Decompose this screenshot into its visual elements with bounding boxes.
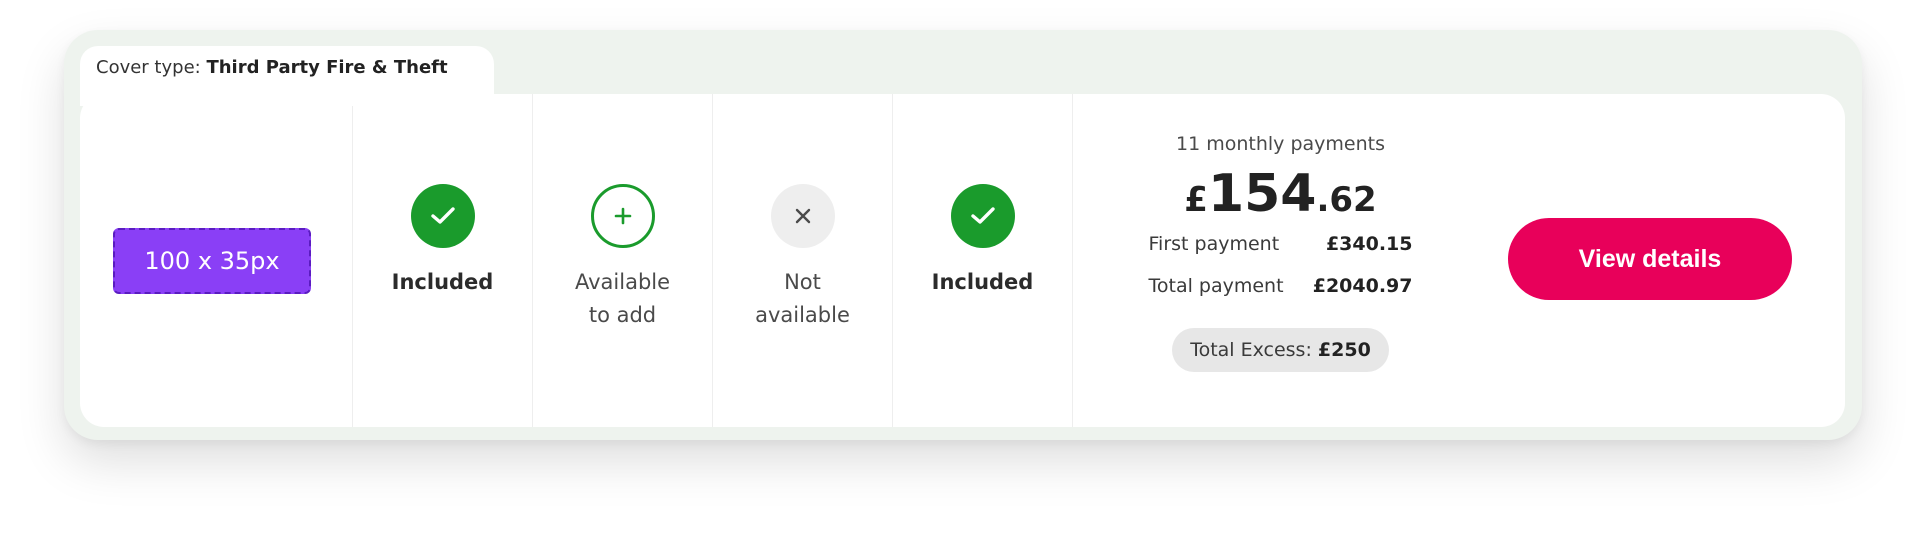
feature-status-label: Available to add (574, 270, 671, 327)
logo-column: 100 x 35px (80, 94, 352, 427)
monthly-payments-caption: 11 monthly payments (1176, 133, 1385, 155)
check-icon (950, 184, 1015, 248)
first-payment-row: First payment £340.15 (1073, 232, 1488, 256)
price-column: 11 monthly payments £154.62 First paymen… (1072, 94, 1488, 427)
total-excess-value: £250 (1317, 339, 1371, 361)
feature-column-1: Included (352, 94, 532, 427)
first-payment-label: First payment (1148, 233, 1280, 255)
feature-status-label: Not available (755, 270, 850, 327)
plus-icon (590, 184, 655, 248)
cover-type-label: Cover type: (96, 57, 201, 78)
total-payment-row: Total payment £2040.97 (1073, 274, 1488, 298)
total-excess-badge: Total Excess: £250 (1172, 328, 1389, 372)
cta-column: View details (1488, 94, 1845, 427)
cover-type-value: Third Party Fire & Theft (206, 57, 448, 78)
feature-column-4: Included (892, 94, 1072, 427)
price-currency: £ (1184, 180, 1208, 220)
feature-status-label: Included (931, 270, 1034, 294)
total-payment-value: £2040.97 (1312, 275, 1413, 297)
feature-column-3: Not available (712, 94, 892, 427)
total-payment-label: Total payment (1148, 275, 1284, 297)
check-icon (410, 184, 475, 248)
quote-card: 100 x 35px Included Available to add Not… (80, 94, 1845, 427)
cover-type-tab: Cover type: Third Party Fire & Theft (80, 46, 494, 106)
feature-column-2: Available to add (532, 94, 712, 427)
price-pence: .62 (1316, 180, 1377, 220)
price-pounds: 154 (1207, 164, 1317, 224)
first-payment-value: £340.15 (1325, 233, 1413, 255)
cross-icon (770, 184, 835, 248)
view-details-button[interactable]: View details (1508, 218, 1792, 300)
feature-status-label: Included (391, 270, 494, 294)
total-excess-label: Total Excess: (1190, 339, 1312, 361)
monthly-price: £154.62 (1073, 166, 1488, 222)
insurer-logo-placeholder: 100 x 35px (113, 228, 311, 294)
